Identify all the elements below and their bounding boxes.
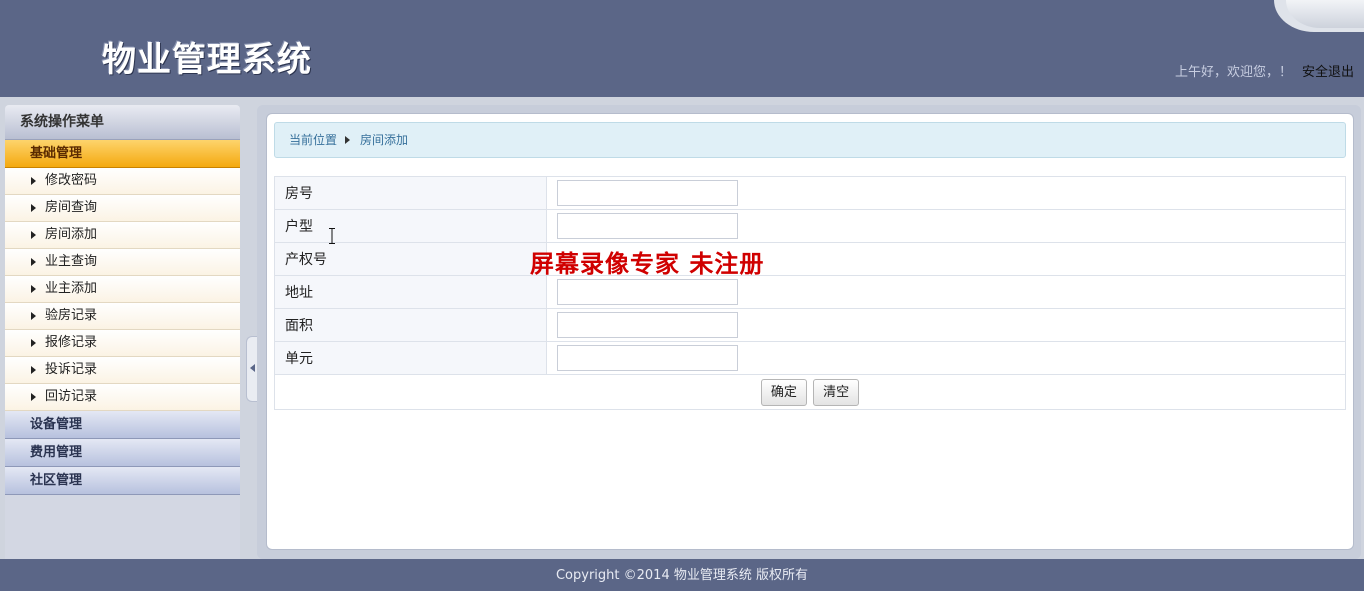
menu-item-label: 房间查询	[45, 200, 98, 215]
area-label: 面积	[274, 308, 547, 342]
recorder-watermark: 屏幕录像专家 未注册	[530, 249, 765, 278]
menu-item-label: 修改密码	[45, 173, 98, 188]
form-row: 产权号	[274, 242, 1346, 276]
caret-right-icon	[31, 258, 36, 266]
layout-type-label: 户型	[274, 209, 547, 243]
menu-item-label: 投诉记录	[45, 362, 98, 377]
caret-right-icon	[31, 366, 36, 374]
address-input[interactable]	[557, 279, 738, 305]
caret-right-icon	[31, 312, 36, 320]
reset-button[interactable]: 清空	[813, 378, 860, 406]
logout-link[interactable]: 安全退出	[1302, 61, 1354, 80]
layout-type-input[interactable]	[557, 213, 738, 239]
unit-label: 单元	[274, 341, 547, 375]
menu-item-room-query[interactable]: 房间查询	[5, 195, 240, 222]
menu-item-visit-records[interactable]: 回访记录	[5, 384, 240, 411]
sidebar: 系统操作菜单 基础管理 修改密码 房间查询 房间添加 业主查询 业主添加 验房记…	[5, 105, 240, 559]
menu-item-owner-add[interactable]: 业主添加	[5, 276, 240, 303]
menu-item-room-add[interactable]: 房间添加	[5, 222, 240, 249]
form-row: 房号	[274, 176, 1346, 210]
form-row: 面积	[274, 308, 1346, 342]
form-row: 单元	[274, 341, 1346, 375]
header: 物业管理系统 上午好，欢迎您，！ 安全退出	[0, 0, 1364, 97]
property-number-label: 产权号	[274, 242, 547, 276]
address-label: 地址	[274, 275, 547, 309]
menu-group-basic[interactable]: 基础管理	[5, 140, 240, 168]
menu-item-label: 回访记录	[45, 389, 98, 404]
form-actions-row: 确定 清空	[274, 374, 1346, 410]
menu-item-label: 业主添加	[45, 281, 98, 296]
caret-right-icon	[31, 393, 36, 401]
breadcrumb-current-label: 当前位置	[289, 133, 338, 147]
text-cursor-icon	[329, 228, 335, 244]
room-add-form: 房号 户型 产权号 地址 面积 单元 确定 清空	[274, 176, 1346, 410]
menu-item-repair-records[interactable]: 报修记录	[5, 330, 240, 357]
menu-group-fees[interactable]: 费用管理	[5, 439, 240, 467]
menu-group-equipment[interactable]: 设备管理	[5, 411, 240, 439]
menu-item-label: 房间添加	[45, 227, 98, 242]
breadcrumb-page: 房间添加	[360, 133, 409, 147]
menu-item-complaint-records[interactable]: 投诉记录	[5, 357, 240, 384]
menu-item-change-password[interactable]: 修改密码	[5, 168, 240, 195]
menu-item-inspection-records[interactable]: 验房记录	[5, 303, 240, 330]
caret-right-icon	[31, 339, 36, 347]
unit-input[interactable]	[557, 345, 738, 371]
form-row: 地址	[274, 275, 1346, 309]
menu-item-label: 业主查询	[45, 254, 98, 269]
menu-item-owner-query[interactable]: 业主查询	[5, 249, 240, 276]
menu-item-label: 验房记录	[45, 308, 98, 323]
footer-copyright: Copyright ©2014 物业管理系统 版权所有	[0, 559, 1364, 591]
room-number-input[interactable]	[557, 180, 738, 206]
caret-right-icon	[345, 136, 351, 144]
greeting-text: 上午好，欢迎您，！	[1174, 65, 1292, 80]
menu-item-label: 报修记录	[45, 335, 98, 350]
submit-button[interactable]: 确定	[760, 378, 807, 406]
sidebar-title: 系统操作菜单	[5, 105, 240, 140]
room-number-label: 房号	[274, 176, 547, 210]
menu-group-community[interactable]: 社区管理	[5, 467, 240, 495]
form-row: 户型	[274, 209, 1346, 243]
area-input[interactable]	[557, 312, 738, 338]
app-logo: 物业管理系统	[102, 40, 312, 80]
breadcrumb: 当前位置 房间添加	[274, 122, 1346, 158]
chevron-left-icon	[250, 364, 255, 372]
caret-right-icon	[31, 231, 36, 239]
caret-right-icon	[31, 204, 36, 212]
caret-right-icon	[31, 177, 36, 185]
caret-right-icon	[31, 285, 36, 293]
